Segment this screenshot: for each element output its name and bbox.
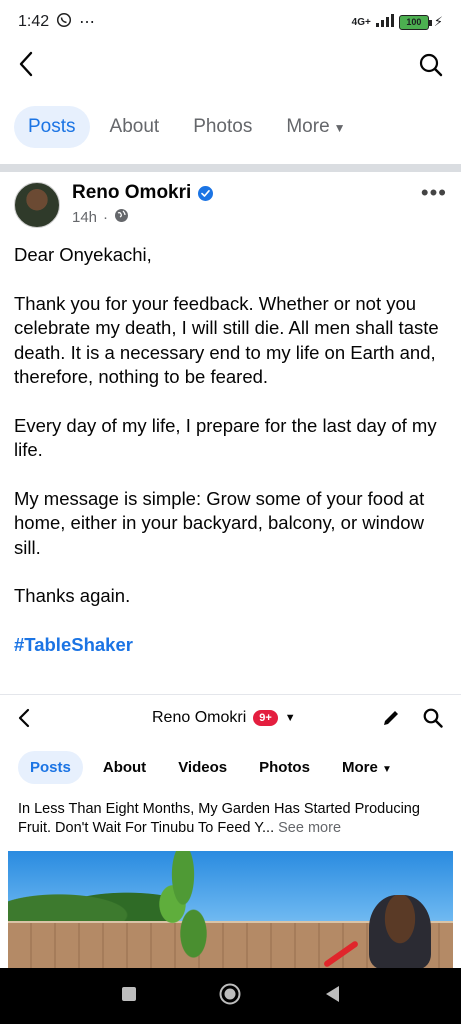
embed-caret-down-icon: ▼ xyxy=(284,712,296,724)
embed-tab-photos: Photos xyxy=(259,759,310,776)
embed-tab-more: More ▼ xyxy=(330,751,404,784)
signal-icon xyxy=(375,14,394,30)
network-type: 4G+ xyxy=(351,16,371,28)
charging-icon: ⚡ xyxy=(433,14,443,29)
home-icon[interactable] xyxy=(219,983,241,1010)
whatsapp-icon xyxy=(56,12,72,33)
meta-separator: · xyxy=(103,209,109,226)
tab-posts[interactable]: Posts xyxy=(14,106,90,148)
status-bar: 1:42 ⋯ 4G+ 100 ⚡ xyxy=(0,0,461,44)
embed-caption-text: In Less Than Eight Months, My Garden Has… xyxy=(18,801,420,836)
post-paragraph: Thank you for your feedback. Whether or … xyxy=(14,292,439,388)
recent-apps-icon[interactable] xyxy=(121,986,137,1007)
embedded-screenshot[interactable]: Reno Omokri 9+ ▼ Posts About Videos Phot… xyxy=(0,694,461,968)
hashtag-link[interactable]: #TableShaker xyxy=(14,633,446,658)
profile-tabs: Posts About Photos More ▼ xyxy=(0,104,461,150)
avatar[interactable] xyxy=(14,182,60,228)
post-paragraph: Dear Onyekachi, xyxy=(14,244,152,265)
embed-title: Reno Omokri xyxy=(152,709,247,726)
fruit-plant-image xyxy=(148,851,218,968)
globe-icon xyxy=(114,208,129,227)
post-body: Dear Onyekachi, Thank you for your feedb… xyxy=(14,243,446,657)
back-triangle-icon[interactable] xyxy=(324,985,340,1008)
post-paragraph: Thanks again. xyxy=(14,585,131,606)
overflow-dots-icon: ⋯ xyxy=(79,14,97,31)
section-divider xyxy=(0,164,461,172)
search-icon[interactable] xyxy=(419,53,443,82)
tab-more-label: More xyxy=(286,116,330,137)
embed-tabs: Posts About Videos Photos More ▼ xyxy=(0,751,461,784)
post-paragraph: Every day of my life, I prepare for the … xyxy=(14,414,437,461)
edit-pencil-icon xyxy=(381,708,401,733)
embed-nav: Reno Omokri 9+ ▼ xyxy=(0,695,461,745)
video-thumbnail xyxy=(8,851,453,968)
embed-tab-posts: Posts xyxy=(18,751,83,784)
embed-tab-about: About xyxy=(102,759,147,776)
android-nav-bar xyxy=(0,968,461,1024)
embed-search-icon xyxy=(423,708,443,733)
author-name[interactable]: Reno Omokri xyxy=(72,182,191,204)
tab-photos[interactable]: Photos xyxy=(179,106,266,148)
status-time: 1:42 xyxy=(18,13,50,30)
battery-level: 100 xyxy=(406,17,422,27)
tab-more[interactable]: More ▼ xyxy=(272,106,359,148)
embed-caption: In Less Than Eight Months, My Garden Has… xyxy=(0,784,461,838)
see-more-link: See more xyxy=(278,820,342,836)
presenter-image xyxy=(369,895,431,968)
post-header: Reno Omokri 14h · ••• xyxy=(14,182,447,232)
notification-badge: 9+ xyxy=(253,710,278,726)
caret-down-icon: ▼ xyxy=(333,121,346,135)
back-arrow-icon[interactable] xyxy=(18,51,34,83)
verified-badge-icon xyxy=(198,185,214,201)
battery-icon: 100 xyxy=(398,14,432,30)
post-paragraph: My message is simple: Grow some of your … xyxy=(14,487,425,558)
post-options-icon[interactable]: ••• xyxy=(421,182,447,204)
embed-back-icon xyxy=(18,708,30,733)
post-time[interactable]: 14h xyxy=(72,209,97,226)
embed-tab-more-label: More xyxy=(341,759,378,776)
top-nav xyxy=(0,44,461,90)
embed-tab-videos: Videos xyxy=(178,759,228,776)
tab-about[interactable]: About xyxy=(96,106,174,148)
embed-more-caret-icon: ▼ xyxy=(381,764,392,775)
